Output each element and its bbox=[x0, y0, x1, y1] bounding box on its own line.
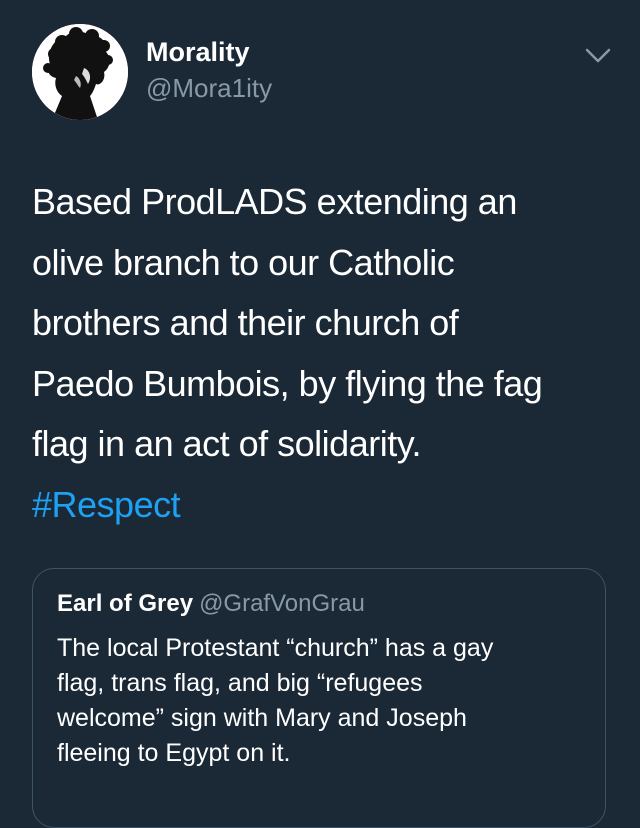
tweet-text-line: brothers and their church of bbox=[32, 302, 459, 343]
chevron-down-icon[interactable] bbox=[584, 44, 612, 66]
tweet-text-line: olive branch to our Catholic bbox=[32, 241, 455, 283]
author-display-name[interactable]: Morality bbox=[146, 36, 250, 68]
profile-avatar-icon bbox=[32, 24, 128, 120]
avatar[interactable] bbox=[32, 24, 128, 120]
quoted-tweet-header: Earl of Grey @GrafVonGrau bbox=[57, 589, 365, 619]
hashtag-link[interactable]: #Respect bbox=[32, 484, 181, 525]
tweet-text-line: Based ProdLADS extending an bbox=[32, 181, 517, 222]
author-handle[interactable]: @Mora1ity bbox=[146, 72, 272, 104]
tweet: Morality @Mora1ity Based ProdLADS extend… bbox=[0, 0, 640, 828]
tweet-text-line: flag in an act of solidarity. bbox=[32, 423, 422, 464]
quoted-text-line: fleeing to Egypt on it. bbox=[57, 739, 291, 767]
quoted-tweet-text: The local Protestant “church” has a gay … bbox=[57, 631, 587, 771]
quoted-text-line: welcome” sign with Mary and Joseph bbox=[57, 704, 467, 732]
tweet-text-line: Paedo Bumbois, by flying the fag bbox=[32, 362, 543, 404]
quoted-author-display-name: Earl of Grey bbox=[57, 590, 194, 617]
quoted-text-line: The local Protestant “church” has a gay bbox=[57, 634, 494, 662]
quoted-tweet[interactable]: Earl of Grey @GrafVonGrau The local Prote… bbox=[32, 568, 606, 828]
quoted-author-handle: @GrafVonGrau bbox=[199, 590, 365, 617]
quoted-text-line: flag, trans flag, and big “refugees bbox=[57, 669, 423, 697]
tweet-text: Based ProdLADS extending an olive branch… bbox=[32, 172, 612, 535]
